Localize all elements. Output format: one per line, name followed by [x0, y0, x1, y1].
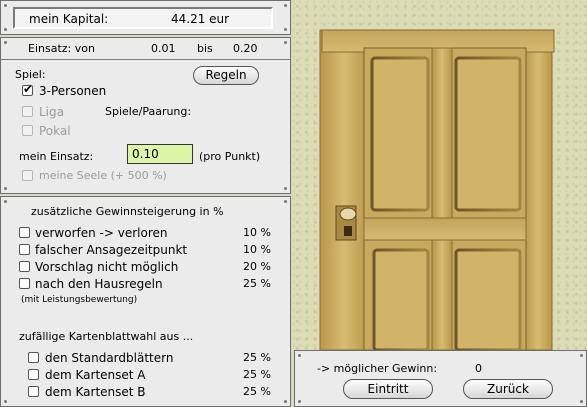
cardset-checkbox-b[interactable] — [28, 386, 39, 397]
divider — [1, 59, 290, 60]
cardset-checkbox-a[interactable] — [28, 369, 39, 380]
cup-checkbox[interactable] — [22, 125, 33, 136]
my-soul-checkbox[interactable] — [22, 170, 33, 181]
cup-label: Pokal — [39, 124, 71, 138]
bonus-pct-house-rules: 25 % — [243, 277, 271, 290]
capital-display: mein Kapital: 44.21 eur — [13, 7, 273, 29]
league-checkbox[interactable] — [22, 106, 33, 117]
stake-max: 0.20 — [233, 42, 258, 55]
stake-min: 0.01 — [151, 42, 176, 55]
games-per-pairing-label: Spiele/Paarung: — [105, 105, 192, 118]
cardset-title: zufällige Kartenblattwahl aus ... — [19, 330, 194, 343]
capital-value: 44.21 eur — [171, 12, 230, 26]
bonus-title: zusätzliche Gewinnsteigerung in % — [31, 205, 224, 218]
cardset-pct-standard: 25 % — [243, 351, 271, 364]
door-image[interactable] — [292, 0, 587, 350]
bonus-label-discarded: verworfen -> verloren — [35, 226, 168, 240]
bonus-panel: zusätzliche Gewinnsteigerung in % verwor… — [0, 196, 291, 407]
bonus-checkbox-wrong-timing[interactable] — [19, 244, 30, 255]
back-button[interactable]: Zurück — [463, 379, 553, 399]
bonus-label-proposal: Vorschlag nicht möglich — [35, 260, 179, 274]
league-label: Liga — [39, 105, 64, 119]
action-panel: -> möglicher Gewinn: 0 Eintritt Zurück — [294, 350, 587, 407]
bonus-pct-discarded: 10 % — [243, 226, 271, 239]
bonus-label-house-rules: nach den Hausregeln — [35, 277, 163, 291]
capital-panel: mein Kapital: 44.21 eur — [0, 0, 291, 35]
bonus-pct-proposal: 20 % — [243, 260, 271, 273]
bonus-checkbox-house-rules[interactable] — [19, 278, 30, 289]
per-point-label: (pro Punkt) — [199, 150, 261, 163]
bonus-note: (mit Leistungsbewertung) — [21, 295, 138, 305]
bonus-checkbox-proposal[interactable] — [19, 261, 30, 272]
bonus-checkbox-discarded[interactable] — [19, 227, 30, 238]
possible-win-value: 0 — [475, 362, 482, 375]
door-handle-icon[interactable] — [335, 205, 357, 241]
my-soul-label: meine Seele (+ 500 %) — [39, 169, 167, 182]
cardset-label-a: dem Kartenset A — [45, 368, 146, 382]
rules-button[interactable]: Regeln — [193, 66, 259, 85]
stake-range-sep: bis — [197, 42, 213, 55]
my-stake-input[interactable]: 0.10 — [127, 144, 193, 164]
settings-panel: Einsatz: von 0.01 bis 0.20 Spiel: Regeln… — [0, 37, 291, 194]
three-person-checkbox[interactable] — [22, 82, 33, 96]
bonus-label-wrong-timing: falscher Ansagezeitpunkt — [35, 243, 188, 257]
cardset-pct-a: 25 % — [243, 368, 271, 381]
three-person-label: 3-Personen — [39, 84, 107, 98]
cardset-pct-b: 25 % — [243, 385, 271, 398]
cardset-label-standard: den Standardblättern — [45, 351, 174, 365]
enter-button[interactable]: Eintritt — [343, 379, 433, 399]
possible-win-label: -> möglicher Gewinn: — [317, 362, 438, 375]
capital-label: mein Kapital: — [29, 12, 109, 26]
game-label: Spiel: — [15, 68, 46, 81]
bonus-pct-wrong-timing: 10 % — [243, 243, 271, 256]
my-stake-label: mein Einsatz: — [19, 150, 94, 163]
cardset-checkbox-standard[interactable] — [28, 352, 39, 363]
stake-range-label: Einsatz: von — [28, 42, 95, 55]
cardset-label-b: dem Kartenset B — [45, 385, 146, 399]
